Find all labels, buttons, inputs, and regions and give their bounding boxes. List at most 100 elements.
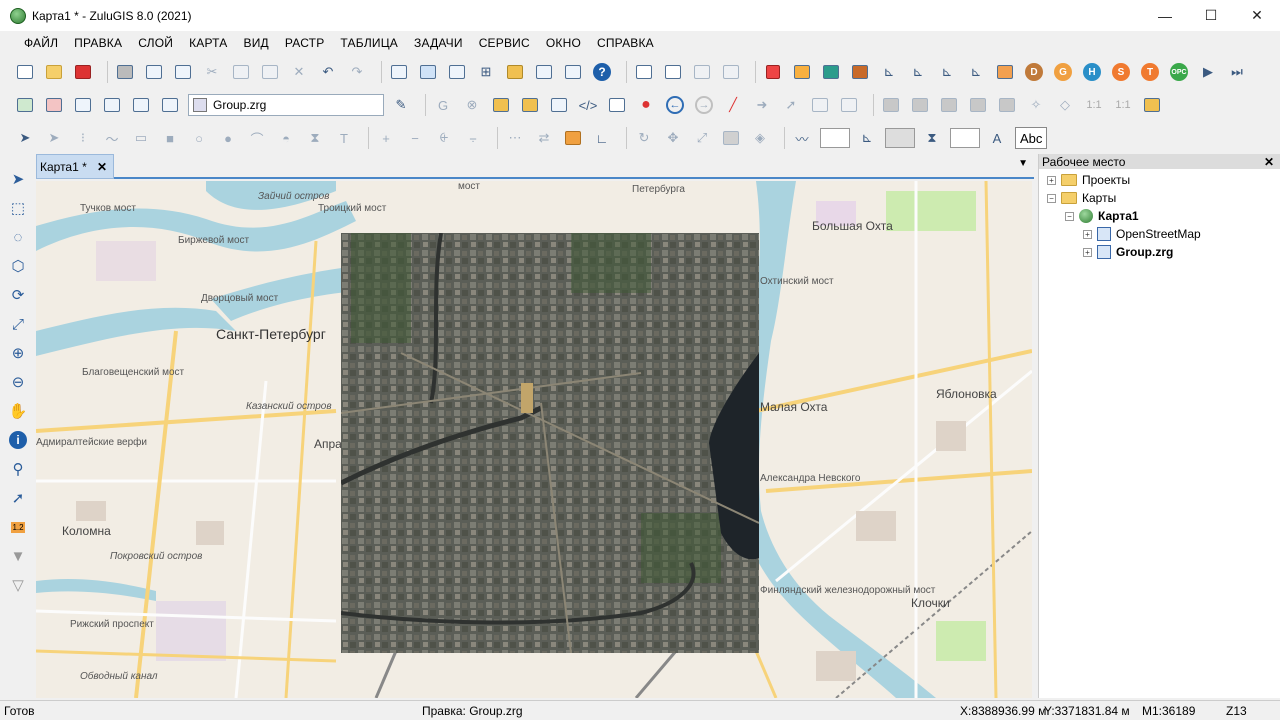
tree-node-group[interactable]: + Group.zrg [1039, 243, 1280, 261]
font-icon[interactable]: A [986, 127, 1008, 149]
collapse-map1-icon[interactable]: − [1065, 211, 1074, 221]
plugin-d-icon[interactable]: D [1023, 61, 1045, 83]
menu-tasks[interactable]: Задачи [406, 36, 471, 50]
layer-edit-icon[interactable] [101, 94, 123, 116]
tab-close-icon[interactable]: ✕ [97, 160, 107, 174]
line-color-field[interactable] [820, 128, 850, 148]
network-icon[interactable] [762, 61, 784, 83]
redo-icon[interactable]: ↷ [346, 61, 368, 83]
tree-node-projects[interactable]: + Проекты [1039, 171, 1280, 189]
shape-icon-3[interactable] [938, 94, 960, 116]
add-node-icon[interactable]: ⨭ [433, 127, 455, 149]
select-arrow-icon[interactable]: ➤ [7, 168, 29, 190]
text-tool-icon[interactable]: T [333, 127, 355, 149]
text-style-button[interactable]: Abc [1015, 127, 1048, 149]
report-edit-icon[interactable] [662, 61, 684, 83]
symbol-style-icon[interactable]: ⧗ [921, 127, 943, 149]
scale-icon[interactable]: ⤢ [691, 127, 713, 149]
cut-icon[interactable]: ✂ [201, 61, 223, 83]
shape-icon-4[interactable] [967, 94, 989, 116]
object-select-icon[interactable] [490, 94, 512, 116]
report-icon[interactable] [633, 61, 655, 83]
arrow-pointer-icon[interactable]: ➤ [14, 127, 36, 149]
graph-icon-2[interactable]: ⊾ [907, 61, 929, 83]
menu-service[interactable]: Сервис [471, 36, 538, 50]
ungroup-icon[interactable]: ◈ [749, 127, 771, 149]
sql-icon[interactable] [606, 94, 628, 116]
heat-icon[interactable] [849, 61, 871, 83]
plugin-s-icon[interactable]: S [1110, 61, 1132, 83]
fill-style-icon[interactable]: ⊾ [856, 127, 878, 149]
expand-projects-icon[interactable]: + [1047, 175, 1056, 185]
line-style-icon[interactable]: ╱ [722, 94, 744, 116]
remove-vertex-icon[interactable]: − [404, 127, 426, 149]
undo-icon[interactable]: ↶ [317, 61, 339, 83]
plugin-g-icon[interactable]: G [1052, 61, 1074, 83]
add-icon[interactable]: ⊞ [475, 61, 497, 83]
close-button[interactable]: ✕ [1234, 0, 1280, 31]
save-icon[interactable] [72, 61, 94, 83]
sector-icon[interactable]: ◓ [275, 127, 297, 149]
menu-layer[interactable]: Слой [130, 36, 181, 50]
shape-icon-2[interactable] [909, 94, 931, 116]
menu-view[interactable]: Вид [236, 36, 277, 50]
workspace-close-icon[interactable]: ✕ [1264, 155, 1274, 169]
mark-icon[interactable] [548, 94, 570, 116]
menu-window[interactable]: Окно [538, 36, 589, 50]
refresh-map-icon[interactable]: ⟳ [7, 284, 29, 306]
edit-pencil-icon[interactable]: ✎ [390, 94, 412, 116]
graph-icon-3[interactable]: ⊾ [936, 61, 958, 83]
paint-icon[interactable] [1141, 94, 1163, 116]
pump-icon[interactable] [820, 61, 842, 83]
add-vertex-icon[interactable]: + [375, 127, 397, 149]
graph-icon-1[interactable]: ⊾ [878, 61, 900, 83]
select-rect-icon[interactable]: ⬚ [7, 197, 29, 219]
shape-icon-5[interactable] [996, 94, 1018, 116]
zoom-extent-icon[interactable]: ⤢ [7, 313, 29, 335]
remove-node-icon[interactable]: ⨪ [462, 127, 484, 149]
location-icon[interactable]: ● [635, 94, 657, 116]
active-layer-combo[interactable]: Group.zrg [188, 94, 384, 116]
filter-funnel-icon[interactable]: ▼ [7, 545, 29, 567]
layer-image-icon[interactable] [159, 94, 181, 116]
arc-icon[interactable]: ⌒ [246, 127, 268, 149]
remove-layer-icon[interactable] [43, 94, 65, 116]
open-folder-icon[interactable] [43, 61, 65, 83]
report-copy-icon[interactable] [720, 61, 742, 83]
query-icon[interactable] [562, 61, 584, 83]
zoom-in-icon[interactable]: ⊕ [7, 342, 29, 364]
point-icon[interactable]: ⁝ [72, 127, 94, 149]
select-polygon-icon[interactable]: ⬡ [7, 255, 29, 277]
symbol-icon[interactable]: ⧗ [304, 127, 326, 149]
minimize-button[interactable]: — [1142, 0, 1188, 31]
snap-icon[interactable] [562, 127, 584, 149]
menu-table[interactable]: Таблица [332, 36, 406, 50]
satellite-raster-layer[interactable] [341, 233, 759, 653]
pan-hand-icon[interactable]: ✋ [7, 400, 29, 422]
help-icon[interactable]: ? [591, 61, 613, 83]
play-icon[interactable]: ▶ [1197, 61, 1219, 83]
tab-dropdown-icon[interactable]: ▼ [1018, 158, 1028, 169]
line-color-icon[interactable]: 〰 [791, 127, 813, 149]
expand-group-icon[interactable]: + [1083, 247, 1092, 257]
tab-map1[interactable]: Карта1 * ✕ [36, 154, 114, 179]
search-icon[interactable]: G [432, 94, 454, 116]
tag-icon[interactable]: ◇ [1054, 94, 1076, 116]
measure-icon[interactable]: 1.2 [7, 516, 29, 538]
print-preview-icon[interactable] [143, 61, 165, 83]
graph-icon-4[interactable]: ⊾ [965, 61, 987, 83]
binoculars-icon[interactable]: ⚲ [7, 458, 29, 480]
symbol-field[interactable] [950, 128, 980, 148]
skip-icon[interactable]: ⏭ [1226, 61, 1248, 83]
plugin-h-icon[interactable]: H [1081, 61, 1103, 83]
tree-node-osm[interactable]: + OpenStreetMap [1039, 225, 1280, 243]
database-select-icon[interactable] [519, 94, 541, 116]
layer-check-icon[interactable] [130, 94, 152, 116]
move-icon[interactable]: ⇄ [533, 127, 555, 149]
menu-raster[interactable]: Растр [277, 36, 333, 50]
navigate-icon[interactable]: ➚ [7, 487, 29, 509]
zoom-out-icon[interactable]: ⊖ [7, 371, 29, 393]
node-icon-1[interactable] [809, 94, 831, 116]
filter-clear-icon[interactable]: ▽ [7, 574, 29, 596]
new-file-icon[interactable] [14, 61, 36, 83]
